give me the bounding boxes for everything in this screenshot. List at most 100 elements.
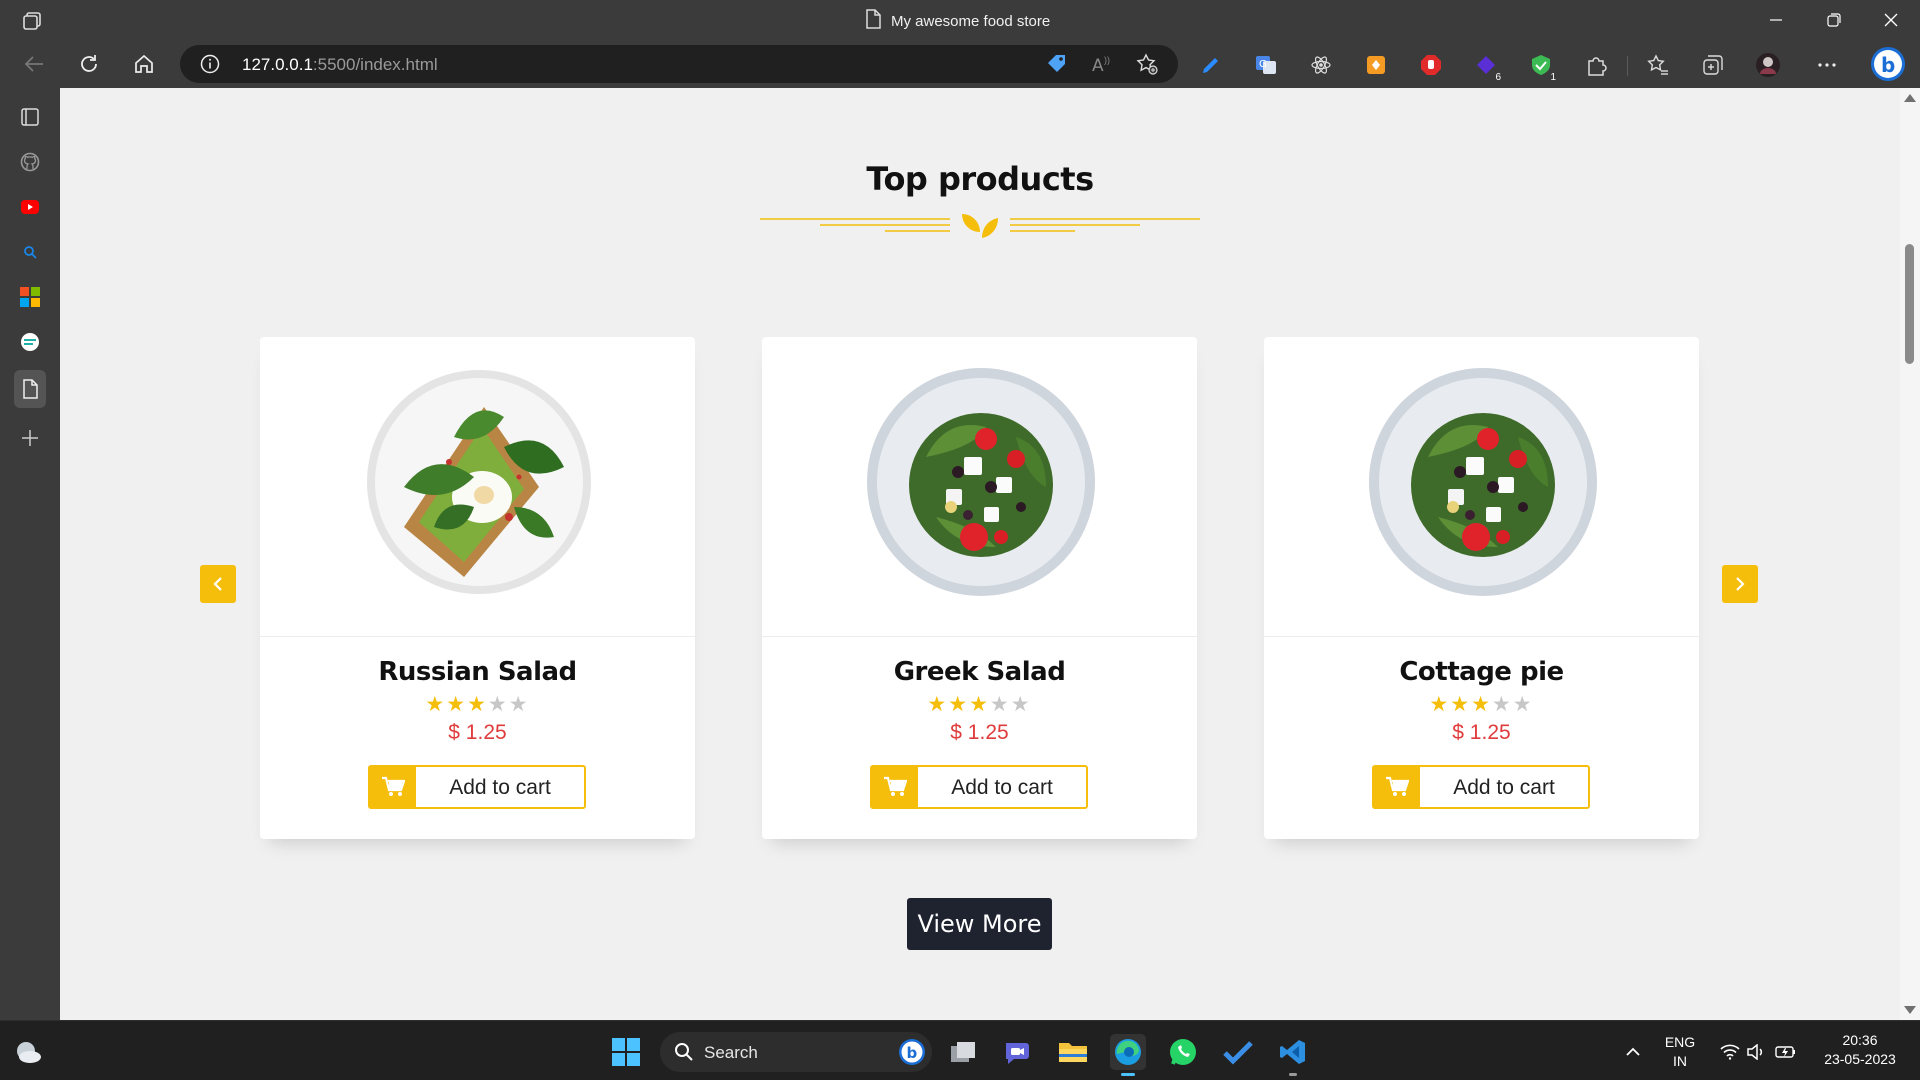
adblock-icon[interactable] xyxy=(1418,53,1444,77)
language-code: ENG xyxy=(1664,1034,1696,1050)
whatsapp-icon[interactable] xyxy=(1165,1034,1201,1070)
back-button[interactable] xyxy=(17,48,51,80)
toolbar-divider xyxy=(1627,56,1628,76)
rating-stars: ★★★★★ xyxy=(762,692,1197,717)
orange-extension-icon[interactable] xyxy=(1363,53,1389,77)
language-indicator[interactable]: ENG IN xyxy=(1660,1033,1700,1071)
todo-icon[interactable] xyxy=(1220,1034,1256,1070)
restore-button[interactable] xyxy=(1814,6,1854,34)
tab-title-text: My awesome food store xyxy=(891,12,1051,30)
battery-charging-icon[interactable] xyxy=(1768,1034,1804,1070)
browser-toolbar: 127.0.0.1:5500/index.html A)) G 6 1 b xyxy=(0,40,1920,88)
bing-copilot-icon[interactable]: b xyxy=(1870,46,1906,82)
edge-browser-icon[interactable] xyxy=(1110,1034,1146,1076)
star-filled-icon: ★ xyxy=(425,693,447,716)
page-viewport: Top products Russian Salad ★★★★★ $ 1.25 … xyxy=(60,88,1900,1020)
collections-icon[interactable] xyxy=(1700,53,1726,77)
product-card[interactable]: Russian Salad ★★★★★ $ 1.25 Add to cart xyxy=(260,337,695,839)
office-icon[interactable] xyxy=(14,281,46,313)
address-bar[interactable]: 127.0.0.1:5500/index.html A)) xyxy=(180,45,1178,83)
svg-text:b: b xyxy=(907,1044,918,1062)
view-more-button[interactable]: View More xyxy=(907,898,1052,950)
purple-extension-icon[interactable]: 6 xyxy=(1473,53,1503,83)
spinach-toast-plate-image[interactable] xyxy=(364,367,594,597)
cart-icon xyxy=(1374,767,1420,807)
youtube-icon[interactable] xyxy=(14,191,46,223)
clock-time: 20:36 xyxy=(1842,1032,1878,1048)
carousel-next-button[interactable] xyxy=(1722,565,1758,603)
search-label: Search xyxy=(704,1043,758,1062)
scrollbar-thumb[interactable] xyxy=(1905,244,1914,364)
product-card[interactable]: Greek Salad ★★★★★ $ 1.25 Add to cart xyxy=(762,337,1197,839)
star-empty-icon: ★ xyxy=(487,693,509,716)
search-icon xyxy=(674,1042,694,1067)
translate-extension-icon[interactable]: G xyxy=(1253,53,1279,77)
chevron-left-icon xyxy=(213,577,222,591)
favorites-icon[interactable] xyxy=(1645,53,1671,77)
scroll-down-icon[interactable] xyxy=(1904,1006,1916,1014)
start-button[interactable] xyxy=(608,1034,644,1070)
product-price: $ 1.25 xyxy=(448,721,507,744)
running-app-indicator xyxy=(1289,1073,1297,1076)
drop-icon[interactable] xyxy=(14,326,46,358)
product-name: Russian Salad xyxy=(378,657,577,687)
scroll-up-icon[interactable] xyxy=(1904,94,1916,102)
clock[interactable]: 20:36 23-05-2023 xyxy=(1810,1031,1910,1069)
read-aloud-icon[interactable]: A)) xyxy=(1090,53,1114,75)
add-sidebar-app-icon[interactable] xyxy=(14,422,46,454)
teams-chat-icon[interactable] xyxy=(1000,1034,1036,1070)
profile-avatar[interactable] xyxy=(1755,53,1781,77)
more-menu-icon[interactable] xyxy=(1814,53,1840,77)
add-to-cart-button[interactable]: Add to cart xyxy=(870,765,1088,809)
site-info-icon[interactable] xyxy=(200,54,220,74)
minimize-button[interactable] xyxy=(1756,6,1796,34)
star-empty-icon: ★ xyxy=(1491,693,1513,716)
url-text[interactable]: 127.0.0.1:5500/index.html xyxy=(242,55,438,75)
shield-extension-icon[interactable]: 1 xyxy=(1528,53,1558,83)
carousel-prev-button[interactable] xyxy=(200,565,236,603)
vertical-tabs-icon[interactable] xyxy=(14,101,46,133)
add-favorite-icon[interactable] xyxy=(1135,53,1159,75)
home-button[interactable] xyxy=(127,48,161,80)
pen-extension-icon[interactable] xyxy=(1198,53,1224,77)
add-to-cart-button[interactable]: Add to cart xyxy=(368,765,586,809)
workspaces-icon[interactable] xyxy=(22,10,44,32)
github-icon[interactable] xyxy=(14,146,46,178)
close-window-button[interactable] xyxy=(1871,6,1911,34)
svg-text:G: G xyxy=(1259,59,1267,70)
refresh-button[interactable] xyxy=(72,48,106,80)
greek-salad-plate-image[interactable] xyxy=(1368,367,1598,597)
title-bar: My awesome food store xyxy=(0,0,1920,40)
product-card[interactable]: Cottage pie ★★★★★ $ 1.25 Add to cart xyxy=(1264,337,1699,839)
add-to-cart-label: Add to cart xyxy=(449,776,551,799)
star-empty-icon: ★ xyxy=(1010,693,1032,716)
react-devtools-icon[interactable] xyxy=(1308,53,1334,77)
star-filled-icon: ★ xyxy=(1471,693,1492,716)
clock-date: 23-05-2023 xyxy=(1824,1051,1896,1067)
shopping-tag-icon[interactable] xyxy=(1045,53,1069,75)
star-filled-icon: ★ xyxy=(969,693,990,716)
product-name: Greek Salad xyxy=(893,657,1066,687)
extension-badge: 1 xyxy=(1548,72,1558,83)
greek-salad-plate-image[interactable] xyxy=(866,367,1096,597)
cart-icon xyxy=(872,767,918,807)
taskbar-search-box[interactable]: Search b xyxy=(660,1032,932,1072)
file-explorer-icon[interactable] xyxy=(1055,1034,1091,1070)
weather-icon[interactable] xyxy=(10,1034,46,1070)
show-hidden-icons-button[interactable] xyxy=(1615,1034,1651,1070)
add-to-cart-button[interactable]: Add to cart xyxy=(1372,765,1590,809)
product-price: $ 1.25 xyxy=(1452,721,1511,744)
product-image-area xyxy=(762,337,1197,637)
sidebar-page-icon[interactable] xyxy=(14,370,46,408)
task-view-icon[interactable] xyxy=(945,1034,981,1070)
tab-title: My awesome food store xyxy=(865,9,1050,33)
extensions-puzzle-icon[interactable] xyxy=(1583,53,1609,77)
page-scrollbar[interactable] xyxy=(1900,88,1920,1020)
star-filled-icon: ★ xyxy=(446,693,468,716)
star-empty-icon: ★ xyxy=(989,693,1011,716)
star-empty-icon: ★ xyxy=(508,693,530,716)
vscode-icon[interactable] xyxy=(1275,1034,1311,1076)
search-sidebar-icon[interactable] xyxy=(14,236,46,268)
star-filled-icon: ★ xyxy=(927,693,949,716)
add-to-cart-label: Add to cart xyxy=(1453,776,1555,799)
